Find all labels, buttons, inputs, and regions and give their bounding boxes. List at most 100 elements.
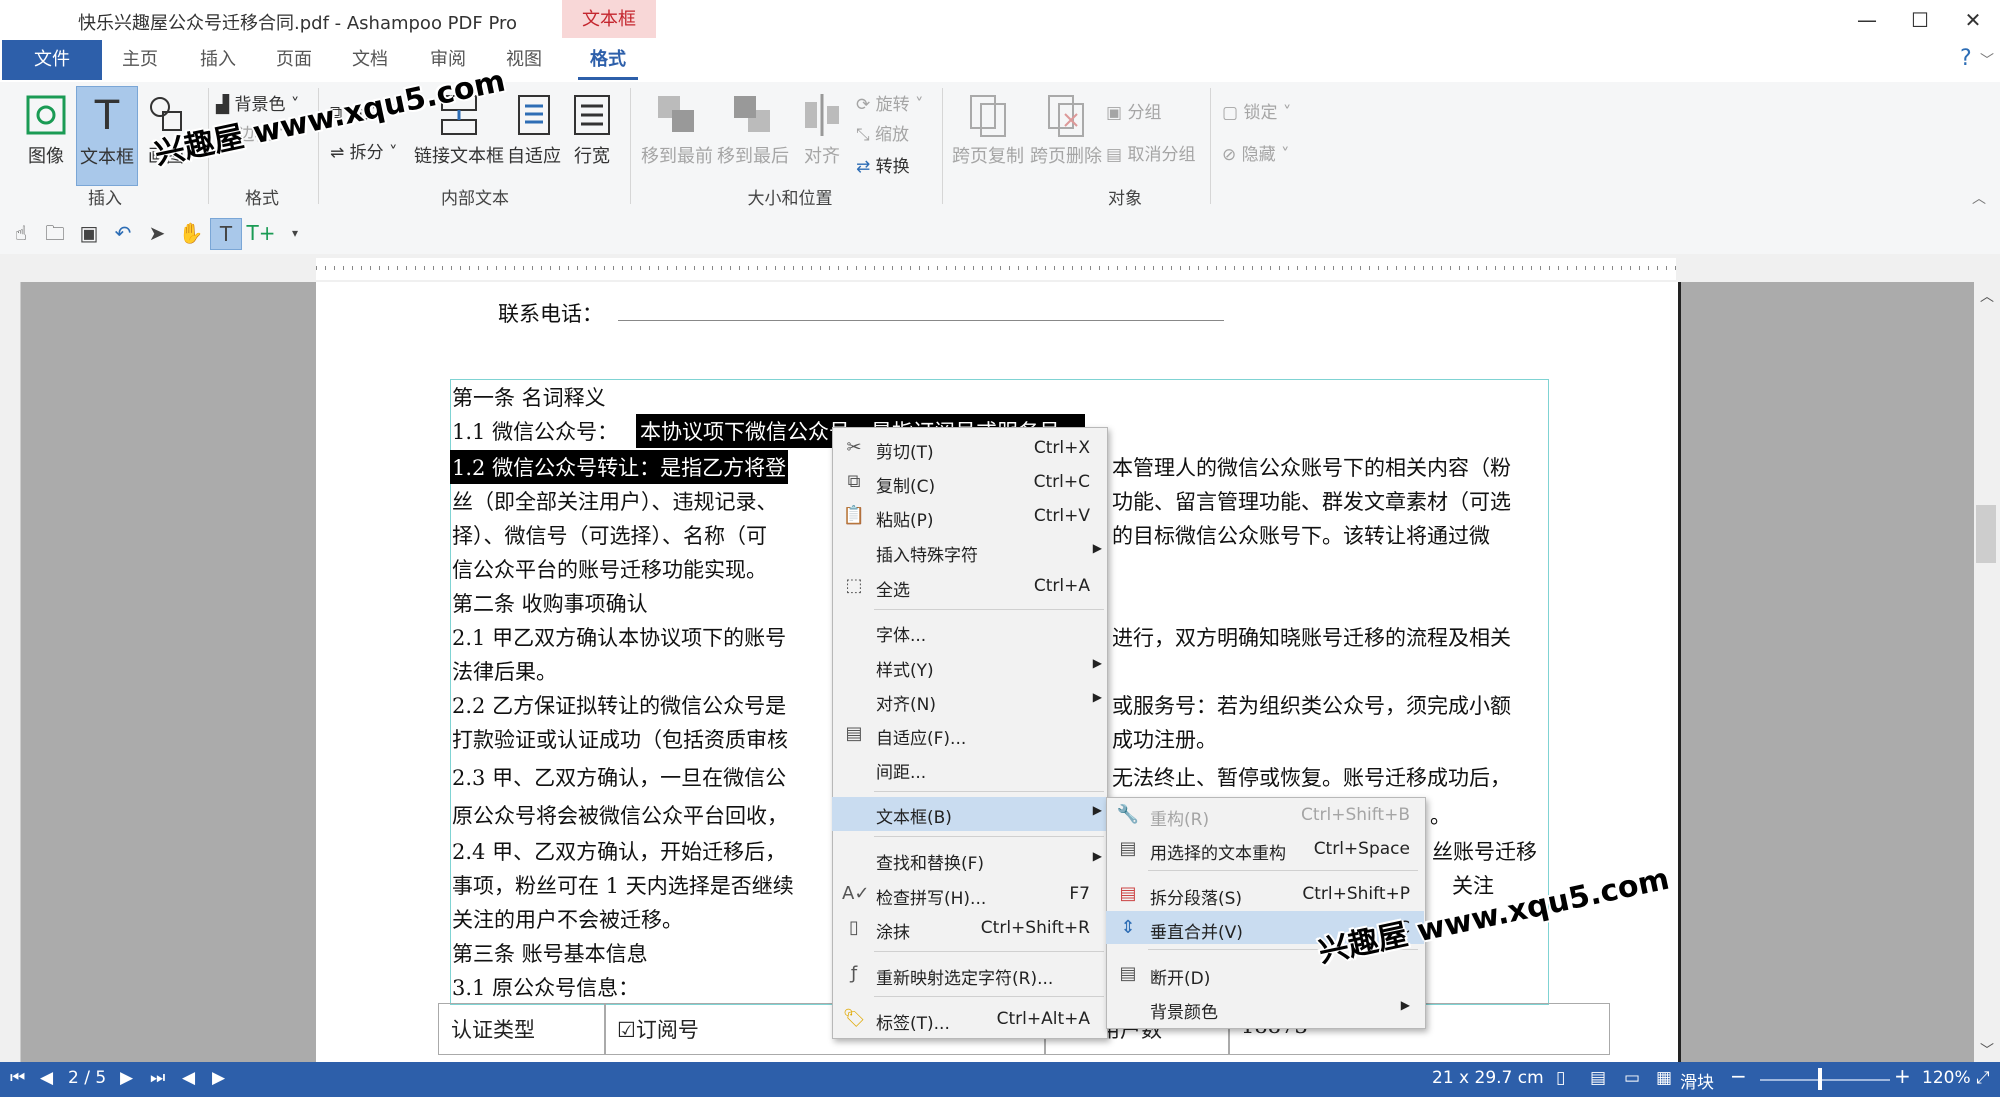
autofit-button[interactable]: 自适应 <box>506 92 562 168</box>
submenu-item-break[interactable]: ▤ 断开(D) <box>1106 957 1424 990</box>
bring-front-button[interactable]: 移到最前 <box>640 92 714 168</box>
page-indicator[interactable]: 2 / 5 <box>68 1068 106 1088</box>
send-back-icon <box>730 92 776 138</box>
continuous-view-icon[interactable]: ▤ <box>1590 1068 1606 1088</box>
undo-icon[interactable]: ↶ <box>108 218 138 248</box>
tab-insert[interactable]: 插入 <box>188 40 248 80</box>
submenu-item-split-paragraph[interactable]: ▤ 拆分段落(S) Ctrl+Shift+P <box>1106 877 1424 910</box>
menu-item-paste[interactable]: 📋 粘贴(P) Ctrl+V <box>832 500 1106 532</box>
send-back-button[interactable]: 移到最后 <box>716 92 790 168</box>
select-arrow-icon[interactable]: ➤ <box>142 218 172 248</box>
rotate-button[interactable]: ⟳ 旋转 ˅ <box>856 90 924 115</box>
menu-item-style[interactable]: 样式(Y) ▶ <box>832 650 1106 682</box>
open-folder-icon[interactable]: 🗀 <box>40 218 70 248</box>
link-textbox-label: 链接文本框 <box>414 146 504 167</box>
scroll-down-icon[interactable]: ﹀ <box>1980 1040 1994 1060</box>
hide-button[interactable]: ⊘ 隐藏 ˅ <box>1222 140 1290 165</box>
split-button[interactable]: ⇌ 拆分 ˅ <box>330 138 398 163</box>
zoom-level[interactable]: 120% <box>1922 1068 1971 1088</box>
ungroup-icon: ▤ <box>1106 145 1128 165</box>
chevron-down-icon[interactable]: ﹀ <box>1980 50 1994 70</box>
scale-button[interactable]: ⤡ 缩放 <box>856 120 909 145</box>
back-view-icon[interactable]: ◀ <box>182 1068 195 1088</box>
collapse-ribbon-icon[interactable]: ︿ <box>1972 188 1986 208</box>
tab-format[interactable]: 格式 <box>578 40 638 80</box>
group-label-insert: 插入 <box>88 189 122 209</box>
single-page-view-icon[interactable]: ▯ <box>1556 1068 1565 1088</box>
maximize-button[interactable]: ☐ <box>1900 6 1940 34</box>
hand-touch-icon[interactable]: ☝ <box>6 218 36 248</box>
zoom-out-button[interactable]: − <box>1730 1064 1747 1088</box>
menu-item-spellcheck[interactable]: A✓ 检查拼写(H)... F7 <box>832 878 1106 910</box>
menu-item-cut[interactable]: ✂ 剪切(T) Ctrl+X <box>832 432 1106 464</box>
minimize-button[interactable]: — <box>1847 6 1887 34</box>
add-text-icon[interactable]: T+ <box>246 218 276 248</box>
last-page-icon[interactable]: ⏭ <box>150 1068 165 1088</box>
doc-line: 或服务号：若为组织类公众号，须完成小额 <box>1112 694 1511 718</box>
group-button[interactable]: ▣ 分组 <box>1106 98 1161 123</box>
zoom-slider-thumb[interactable] <box>1818 1068 1822 1090</box>
menu-item-tag[interactable]: 🏷 标签(T)... Ctrl+Alt+A <box>832 1003 1106 1035</box>
menu-item-copy[interactable]: ⧉ 复制(C) Ctrl+C <box>832 466 1106 498</box>
help-icon[interactable]: ? <box>1960 46 1972 71</box>
convert-button[interactable]: ⇄ 转换 <box>856 152 910 177</box>
menu-item-remap-chars[interactable]: ƒ 重新映射选定字符(R)... <box>832 958 1106 990</box>
menu-item-autofit[interactable]: ▤ 自适应(F)... <box>832 718 1106 750</box>
text-tool-icon[interactable]: T <box>210 218 242 250</box>
menu-item-spacing[interactable]: 间距... <box>832 752 1106 784</box>
doc-line: 打款验证或认证成功（包括资质审核 <box>452 728 788 752</box>
menu-item-align[interactable]: 对齐(N) ▶ <box>832 684 1106 716</box>
cross-copy-button[interactable]: 跨页复制 <box>950 92 1026 168</box>
tag-icon: 🏷 <box>842 1008 866 1029</box>
group-icon: ▣ <box>1106 103 1128 123</box>
autofit-icon <box>511 92 557 138</box>
selected-text[interactable]: 1.2 微信公众号转让：是指乙方将登 <box>450 450 789 484</box>
close-button[interactable]: ✕ <box>1953 6 1993 34</box>
submenu-item-rebuild[interactable]: 🔧 重构(R) Ctrl+Shift+B <box>1106 798 1424 831</box>
save-icon[interactable]: ▣ <box>74 218 104 248</box>
tab-page[interactable]: 页面 <box>264 40 324 80</box>
submenu-item-bg-color[interactable]: 背景颜色 ▶ <box>1106 991 1424 1024</box>
menu-item-font[interactable]: 字体... <box>832 615 1106 647</box>
contextual-tab-label: 文本框 <box>562 0 656 38</box>
redact-icon: ▯ <box>849 917 859 938</box>
menu-item-find-replace[interactable]: 查找和替换(F) ▶ <box>832 843 1106 875</box>
horizontal-ruler[interactable] <box>316 258 1676 280</box>
menu-item-textbox[interactable]: 文本框(B) ▶ <box>832 797 1106 831</box>
zoom-in-button[interactable]: + <box>1894 1064 1911 1088</box>
tab-file[interactable]: 文件 <box>2 40 102 80</box>
ungroup-button[interactable]: ▤ 取消分组 <box>1106 140 1195 165</box>
select-all-icon: ⬚ <box>845 575 863 596</box>
scale-icon: ⤡ <box>856 125 876 145</box>
scroll-up-icon[interactable]: ︿ <box>1980 286 1994 306</box>
forward-view-icon[interactable]: ▶ <box>212 1068 225 1088</box>
image-button[interactable]: 图像 <box>16 92 76 168</box>
first-page-icon[interactable]: ⏮ <box>10 1068 25 1088</box>
cross-delete-button[interactable]: 跨页删除 <box>1028 92 1104 168</box>
vertical-scrollbar[interactable] <box>1974 282 2000 1062</box>
scrollbar-thumb[interactable] <box>1976 505 1996 563</box>
menu-item-select-all[interactable]: ⬚ 全选 Ctrl+A <box>832 570 1106 602</box>
next-page-icon[interactable]: ▶ <box>120 1068 133 1088</box>
submenu-arrow-icon: ▶ <box>1400 998 1410 1012</box>
prev-page-icon[interactable]: ◀ <box>40 1068 53 1088</box>
lock-button[interactable]: ▢ 锁定 ˅ <box>1222 98 1291 123</box>
textbox-button[interactable]: T 文本框 <box>76 86 138 186</box>
line-width-button[interactable]: 行宽 <box>564 92 620 168</box>
submenu-item-rebuild-selection[interactable]: ▤ 用选择的文本重构 Ctrl+Space <box>1106 832 1424 865</box>
wrench-icon: 🔧 <box>1116 804 1140 825</box>
align-button[interactable]: 对齐 <box>794 92 850 168</box>
page-size-text: 21 x 29.7 cm <box>1432 1068 1544 1088</box>
fit-width-view-icon[interactable]: ▦ <box>1656 1068 1672 1088</box>
tab-document[interactable]: 文档 <box>340 40 400 80</box>
zoom-slider-track[interactable] <box>1760 1079 1890 1081</box>
fullscreen-icon[interactable]: ⤢ <box>1976 1068 1990 1088</box>
tab-home[interactable]: 主页 <box>110 40 170 80</box>
submenu-arrow-icon: ▶ <box>1092 656 1102 670</box>
two-page-view-icon[interactable]: ▭ <box>1624 1068 1640 1088</box>
doc-line: 丝账号迁移 <box>1432 840 1537 864</box>
menu-item-insert-special-char[interactable]: 插入特殊字符 ▶ <box>832 535 1106 567</box>
pan-hand-icon[interactable]: ✋ <box>176 218 206 248</box>
customize-qat-icon[interactable]: ▾ <box>280 218 310 248</box>
menu-item-redact[interactable]: ▯ 涂抹 Ctrl+Shift+R <box>832 912 1106 944</box>
